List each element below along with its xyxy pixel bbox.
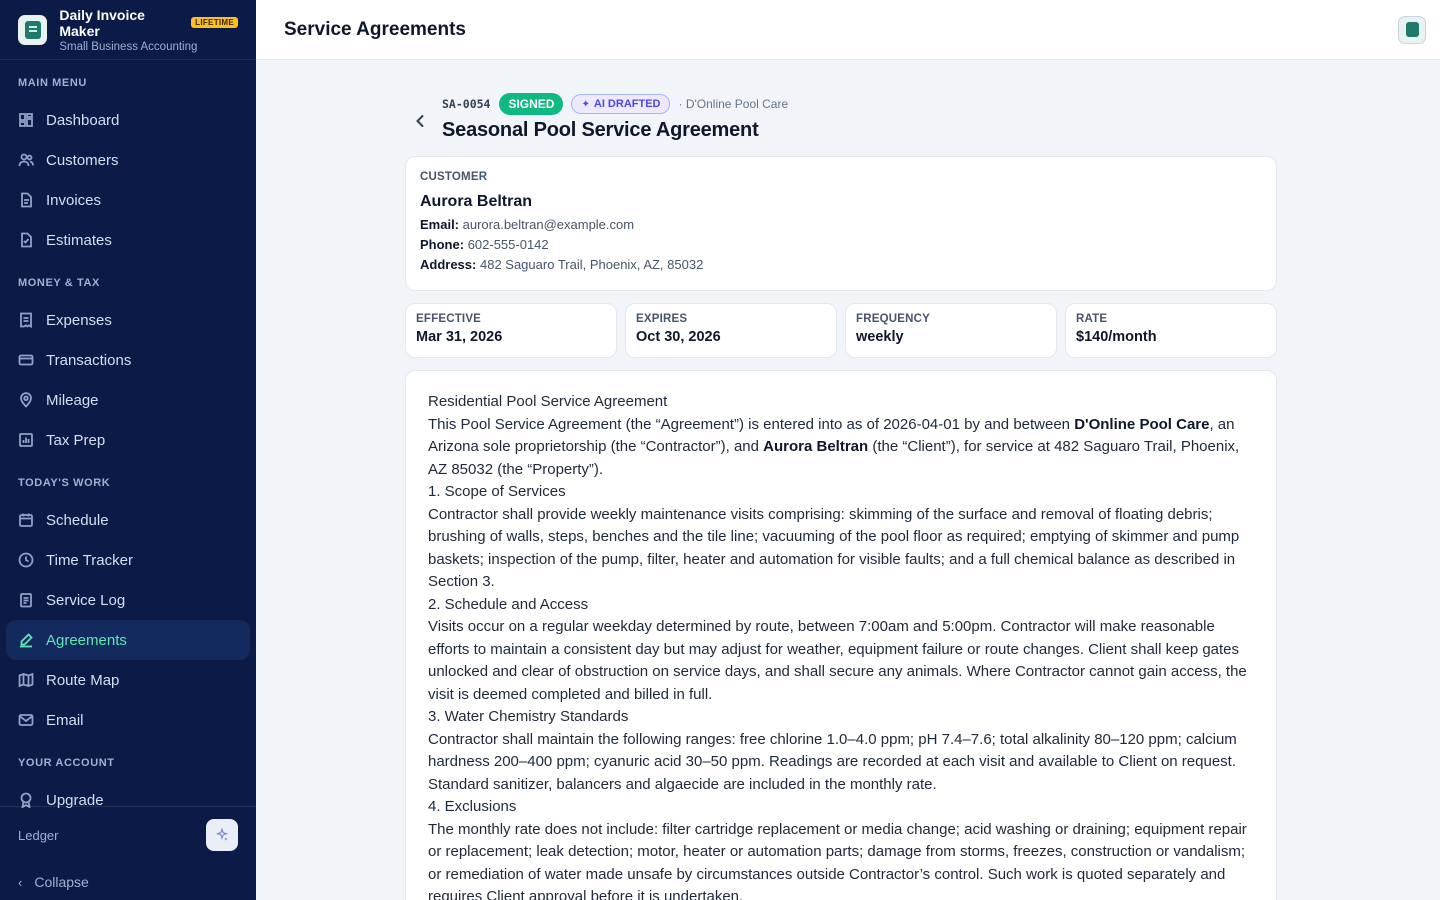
bar-chart-icon xyxy=(18,432,34,448)
stat-frequency: FREQUENCY weekly xyxy=(845,303,1057,358)
clipboard-icon xyxy=(18,592,34,608)
agreement-id: SA-0054 xyxy=(442,97,491,111)
sparkle-icon xyxy=(215,828,229,841)
document-intro: This Pool Service Agreement (the “Agreem… xyxy=(428,415,1240,478)
sidebar-item-label: Estimates xyxy=(46,231,112,249)
agreement-header: SA-0054 SIGNED ✦ AI DRAFTED · D'Online P… xyxy=(406,93,1278,149)
sidebar-item-invoices[interactable]: Invoices xyxy=(6,180,250,220)
document-icon xyxy=(18,192,34,208)
topbar: Service Agreements xyxy=(256,0,1440,60)
customer-email: Email: aurora.beltran@example.com xyxy=(420,217,635,232)
ledger-label: Ledger xyxy=(18,827,59,843)
document-heading: Residential Pool Service Agreement xyxy=(428,393,668,410)
customer-address: Address: 482 Saguaro Trail, Phoenix, AZ,… xyxy=(420,257,704,272)
users-icon xyxy=(18,152,34,168)
section-body: Contractor shall maintain the following … xyxy=(428,730,1237,793)
page-title: Service Agreements xyxy=(284,18,467,40)
section-todays-work: TODAY'S WORK xyxy=(18,477,111,489)
sidebar-item-label: Agreements xyxy=(46,631,127,649)
estimate-icon xyxy=(18,232,34,248)
sidebar-item-service-log[interactable]: Service Log xyxy=(6,580,250,620)
sidebar-footer: Ledger ‹ Collapse xyxy=(0,806,256,900)
section-body: Contractor shall provide weekly maintena… xyxy=(428,505,1240,591)
back-button[interactable] xyxy=(410,111,430,131)
sidebar-item-email[interactable]: Email xyxy=(6,700,250,740)
section-body: Visits occur on a regular weekday determ… xyxy=(428,618,1247,703)
customer-phone: Phone: 602-555-0142 xyxy=(420,237,549,252)
sidebar-item-label: Mileage xyxy=(46,391,99,409)
map-icon xyxy=(18,672,34,688)
dashboard-icon xyxy=(18,112,34,128)
sidebar-item-route-map[interactable]: Route Map xyxy=(6,660,250,700)
sidebar-item-expenses[interactable]: Expenses xyxy=(6,300,250,340)
section-heading: 4. Exclusions xyxy=(428,798,517,815)
agreement-document: Residential Pool Service Agreement This … xyxy=(405,370,1277,900)
sidebar-item-label: Schedule xyxy=(46,511,109,529)
sidebar-item-time-tracker[interactable]: Time Tracker xyxy=(6,540,250,580)
app-subtitle: Small Business Accounting xyxy=(59,40,198,53)
receipt-icon xyxy=(18,312,34,328)
sidebar-item-label: Invoices xyxy=(46,191,102,209)
stat-rate: RATE $140/month xyxy=(1065,303,1277,358)
customer-label: CUSTOMER xyxy=(420,171,488,183)
section-main-menu: MAIN MENU xyxy=(18,77,87,89)
sidebar-item-estimates[interactable]: Estimates xyxy=(6,220,250,260)
sidebar: Daily Invoice Maker LIFETIME Small Busin… xyxy=(0,0,256,900)
section-heading: 1. Scope of Services xyxy=(428,483,566,500)
sidebar-item-label: Tax Prep xyxy=(46,431,106,449)
clock-icon xyxy=(18,552,34,568)
main-content: SA-0054 SIGNED ✦ AI DRAFTED · D'Online P… xyxy=(256,60,1440,900)
app-logo xyxy=(18,14,48,45)
sidebar-item-schedule[interactable]: Schedule xyxy=(6,500,250,540)
section-heading: 3. Water Chemistry Standards xyxy=(428,708,629,725)
status-badge: SIGNED xyxy=(499,93,564,115)
section-your-account: YOUR ACCOUNT xyxy=(18,757,115,769)
app-name: Daily Invoice Maker xyxy=(59,6,145,39)
customer-name: Aurora Beltran xyxy=(420,193,533,210)
sidebar-item-tax-prep[interactable]: Tax Prep xyxy=(6,420,250,460)
avatar[interactable] xyxy=(1398,15,1426,44)
sidebar-item-label: Time Tracker xyxy=(46,551,133,569)
chevron-left-icon xyxy=(416,115,424,127)
sidebar-item-mileage[interactable]: Mileage xyxy=(6,380,250,420)
sidebar-item-customers[interactable]: Customers xyxy=(6,140,250,180)
signature-icon xyxy=(18,632,34,648)
ai-assistant-button[interactable] xyxy=(206,819,238,851)
sidebar-item-label: Transactions xyxy=(46,351,132,369)
credit-card-icon xyxy=(18,352,34,368)
collapse-button[interactable]: ‹ Collapse xyxy=(0,863,256,900)
sparkle-icon: ✦ xyxy=(581,98,590,110)
agreement-title: Seasonal Pool Service Agreement xyxy=(442,119,759,141)
stat-expires: EXPIRES Oct 30, 2026 xyxy=(625,303,837,358)
company-name: · D'Online Pool Care xyxy=(678,97,789,111)
sidebar-item-label: Email xyxy=(46,711,84,729)
sidebar-item-dashboard[interactable]: Dashboard xyxy=(6,100,250,140)
brand[interactable]: Daily Invoice Maker LIFETIME Small Busin… xyxy=(0,0,256,60)
section-heading: 2. Schedule and Access xyxy=(428,595,589,613)
calendar-icon xyxy=(18,512,34,528)
customer-card: CUSTOMER Aurora Beltran Email: aurora.be… xyxy=(405,156,1277,291)
map-pin-icon xyxy=(18,392,34,408)
section-body: The monthly rate does not include: filte… xyxy=(428,820,1247,900)
sidebar-item-label: Service Log xyxy=(46,591,126,609)
chevron-left-icon: ‹ xyxy=(18,874,23,890)
mail-icon xyxy=(18,712,34,728)
stat-effective: EFFECTIVE Mar 31, 2026 xyxy=(405,303,617,358)
collapse-label: Collapse xyxy=(34,874,89,890)
lifetime-badge: LIFETIME xyxy=(191,17,238,28)
sidebar-item-agreements[interactable]: Agreements xyxy=(6,620,250,660)
section-money-tax: MONEY & TAX xyxy=(18,277,100,289)
sidebar-item-transactions[interactable]: Transactions xyxy=(6,340,250,380)
sidebar-item-label: Route Map xyxy=(46,671,120,689)
sidebar-item-label: Dashboard xyxy=(46,111,120,129)
ai-drafted-badge: ✦ AI DRAFTED xyxy=(571,94,671,114)
sidebar-item-label: Customers xyxy=(46,151,119,169)
sidebar-item-label: Expenses xyxy=(46,311,112,329)
